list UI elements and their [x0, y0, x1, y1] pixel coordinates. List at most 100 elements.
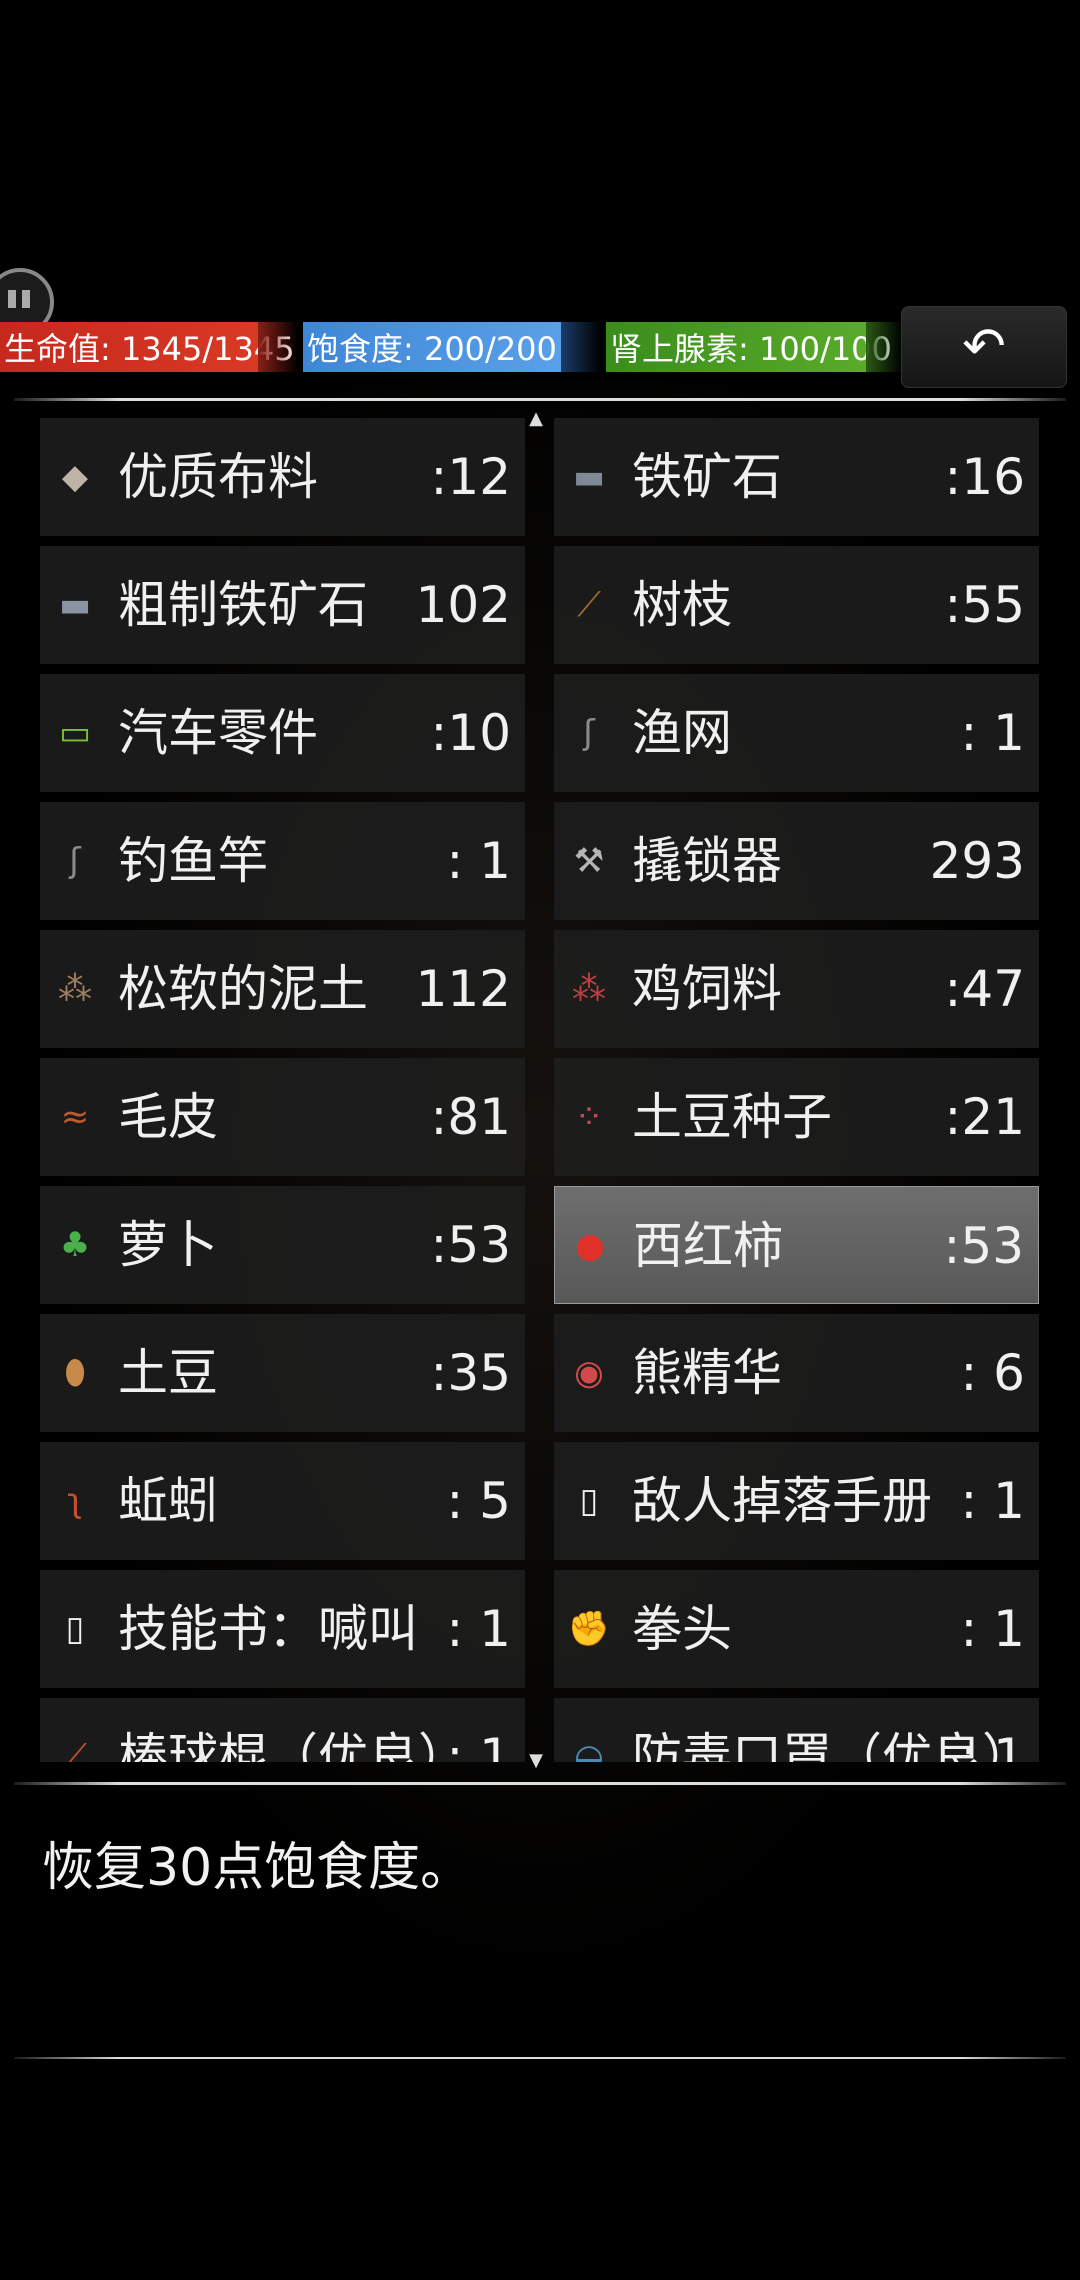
earthworm-icon: ʅ: [67, 1481, 83, 1521]
inventory-scrollbar[interactable]: ▲ ▼: [525, 410, 547, 1770]
item-quantity: :10: [430, 704, 511, 762]
item-quantity: : 1: [446, 1728, 511, 1762]
inventory-slot[interactable]: ⟋ 棒球棍（优良）: 1: [40, 1698, 525, 1762]
item-quantity: : 1: [446, 1600, 511, 1658]
item-name: 技能书：喊叫: [118, 1600, 418, 1658]
food-bar-tail: [561, 322, 601, 372]
item-name: 土豆: [118, 1344, 218, 1402]
item-quantity: : 1: [960, 704, 1025, 762]
potato-icon: ⬮: [64, 1353, 86, 1393]
item-quantity: :53: [943, 1217, 1024, 1275]
inventory-slot[interactable]: ◆ 优质布料:12: [40, 418, 525, 536]
inventory-slot[interactable]: ▬ 铁矿石 :16: [554, 418, 1039, 536]
inventory-slot[interactable]: ▬ 粗制铁矿石 102: [40, 546, 525, 664]
item-name: 毛皮: [118, 1088, 218, 1146]
inventory-slot[interactable]: ● 西红柿 :53: [554, 1186, 1039, 1304]
item-name: 铁矿石: [632, 448, 782, 506]
inventory-slot[interactable]: ✊ 拳头 : 1: [554, 1570, 1039, 1688]
inventory-slot[interactable]: ⁂ 松软的泥土 112: [40, 930, 525, 1048]
item-quantity: :53: [430, 1216, 511, 1274]
fur-icon: ≈: [60, 1097, 90, 1137]
inventory-slot[interactable]: ⁘ 土豆种子 :21: [554, 1058, 1039, 1176]
inventory-slot[interactable]: ▯ 敌人掉落手册 : 1: [554, 1442, 1039, 1560]
item-name: 鸡饲料: [632, 960, 782, 1018]
item-name: 松软的泥土: [118, 960, 368, 1018]
adrenaline-text: 肾上腺素: 100/100: [610, 330, 892, 368]
bottom-divider: [14, 2057, 1066, 2059]
car-parts-icon: ▭: [58, 713, 92, 753]
inventory-slot[interactable]: ◉ 熊精华 : 6: [554, 1314, 1039, 1432]
branch-icon: ⟋: [577, 585, 601, 625]
adrenaline-bar-tail: [866, 322, 902, 372]
soft-soil-icon: ⁂: [58, 969, 92, 1009]
radish-icon: ♣: [59, 1225, 91, 1265]
item-name: 树枝: [632, 576, 732, 634]
item-name: 敌人掉落手册: [632, 1472, 932, 1530]
item-quantity: :55: [944, 576, 1025, 634]
scroll-icon: ▯: [579, 1481, 599, 1521]
item-quantity: : 1: [960, 1472, 1025, 1530]
food-text: 饱食度: 200/200: [307, 330, 557, 368]
inventory-slot[interactable]: ⁂ 鸡饲料:47: [554, 930, 1039, 1048]
inventory-slot[interactable]: ▭ 汽车零件 :10: [40, 674, 525, 792]
item-name: 粗制铁矿石: [118, 576, 368, 634]
item-name: 土豆种子: [632, 1088, 832, 1146]
item-quantity: :16: [944, 448, 1025, 506]
potato-seed-icon: ⁘: [574, 1097, 604, 1137]
item-quantity: :21: [944, 1088, 1025, 1146]
scroll-down-arrow-icon[interactable]: ▼: [525, 1752, 547, 1770]
item-name: 萝卜: [118, 1216, 218, 1274]
inventory-slot[interactable]: ⚒ 撬锁器 293: [554, 802, 1039, 920]
inventory-slot[interactable]: ♣ 萝卜 :53: [40, 1186, 525, 1304]
middle-divider: [14, 1782, 1066, 1785]
item-name: 熊精华: [632, 1344, 782, 1402]
fishing-rod-icon: ʃ: [69, 841, 81, 881]
item-quantity: :35: [430, 1344, 511, 1402]
inventory-slot[interactable]: ▯ 技能书：喊叫 : 1: [40, 1570, 525, 1688]
fishing-net-icon: ʃ: [583, 713, 595, 753]
food-bar: 饱食度: 200/200: [303, 322, 561, 372]
item-quantity: : 5: [446, 1472, 511, 1530]
item-quantity: :12: [430, 448, 511, 506]
cloth-icon: ◆: [61, 457, 89, 497]
scroll-up-arrow-icon[interactable]: ▲: [525, 410, 547, 428]
item-quantity: : 6: [960, 1344, 1025, 1402]
crude-iron-ore-icon: ▬: [58, 585, 92, 625]
item-name: 拳头: [632, 1600, 732, 1658]
item-name: 蚯蚓: [118, 1472, 218, 1530]
item-name: 西红柿: [633, 1217, 783, 1275]
gas-mask-icon: ◒: [574, 1737, 604, 1762]
inventory-slot[interactable]: ʅ 蚯蚓 : 5: [40, 1442, 525, 1560]
hp-text: 生命值: 1345/1345: [4, 330, 295, 368]
item-quantity: :81: [430, 1088, 511, 1146]
inventory-slot[interactable]: ʃ 钓鱼竿: 1: [40, 802, 525, 920]
inventory-slot[interactable]: ◒ 防毒口罩（优良）: 1: [554, 1698, 1039, 1762]
item-name: 汽车零件: [118, 704, 318, 762]
chicken-feed-icon: ⁂: [572, 969, 606, 1009]
top-divider: [14, 398, 1066, 401]
adrenaline-bar: 肾上腺素: 100/100: [606, 322, 892, 372]
baseball-bat-icon: ⟋: [63, 1737, 87, 1762]
item-name: 渔网: [632, 704, 732, 762]
item-name: 撬锁器: [632, 832, 782, 890]
item-name: 棒球棍（优良）: [118, 1728, 468, 1762]
inventory-slot[interactable]: ⟋ 树枝 :55: [554, 546, 1039, 664]
tomato-icon: ●: [575, 1226, 605, 1266]
inventory-slot[interactable]: ʃ 渔网 : 1: [554, 674, 1039, 792]
fist-icon: ✊: [567, 1609, 611, 1649]
item-quantity: : 1: [446, 832, 511, 890]
item-quantity: 102: [415, 576, 511, 634]
skill-book-icon: ▯: [65, 1609, 85, 1649]
back-button[interactable]: ↶: [901, 306, 1067, 388]
iron-ore-icon: ▬: [572, 457, 606, 497]
item-quantity: 293: [929, 832, 1025, 890]
item-quantity: : 1: [960, 1728, 1025, 1762]
item-quantity: : 1: [960, 1600, 1025, 1658]
bear-essence-icon: ◉: [574, 1353, 604, 1393]
lockpick-icon: ⚒: [573, 841, 605, 881]
hp-bar: 生命值: 1345/1345: [0, 322, 295, 372]
inventory-slot[interactable]: ⬮ 土豆 :35: [40, 1314, 525, 1432]
inventory-slot[interactable]: ≈ 毛皮 :81: [40, 1058, 525, 1176]
item-quantity: 112: [415, 960, 511, 1018]
item-description: 恢复30点饱食度。: [42, 1838, 473, 1898]
